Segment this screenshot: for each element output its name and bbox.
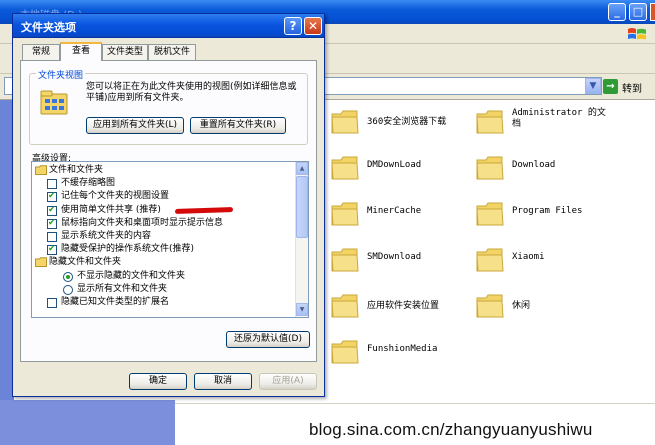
scroll-up-icon[interactable]: ▲ — [296, 162, 308, 175]
tree-item-label: 隐藏受保护的操作系统文件(推荐) — [61, 244, 195, 255]
folder-icon — [476, 110, 504, 134]
tree-item-label: 显示系统文件夹的内容 — [61, 231, 152, 241]
checkbox[interactable] — [47, 204, 57, 217]
folder-name: 360安全浏览器下载 — [367, 117, 447, 127]
checkbox[interactable] — [47, 243, 57, 256]
folder-name: FunshionMedia — [367, 344, 438, 354]
folder-icon — [331, 202, 359, 226]
dialog-title: 文件夹选项 — [21, 21, 76, 34]
folder-icon — [476, 248, 504, 272]
go-button[interactable]: → 转到 — [603, 78, 653, 96]
folder-name: MinerCache — [367, 206, 422, 216]
ok-button[interactable]: 确定 — [129, 373, 187, 390]
explorer-task-pane-bottom — [0, 400, 175, 445]
folder-icon — [331, 294, 359, 318]
folder-icon — [331, 156, 359, 180]
tree-item-label: 不缓存缩略图 — [61, 178, 116, 189]
folder-icon — [476, 202, 504, 226]
folder-views-legend: 文件夹视图 — [36, 68, 86, 81]
view-tab-panel: 文件夹视图 您可以将正在为此文件夹使用的视图(例如详细信息或平铺)应用到所有文件… — [20, 60, 317, 362]
folder-name: Download — [512, 160, 556, 170]
tab-file-types[interactable]: 文件类型 — [102, 44, 148, 60]
folder-name: Administrator 的文档 — [512, 108, 606, 129]
explorer-close-icon[interactable] — [650, 3, 655, 21]
folder-icon — [476, 294, 504, 318]
folder-icon — [476, 156, 504, 180]
folder-views-description: 您可以将正在为此文件夹使用的视图(例如详细信息或平铺)应用到所有文件夹。 — [86, 82, 297, 103]
folder-view-icon — [40, 90, 68, 115]
folder-icon — [331, 110, 359, 134]
checkbox[interactable] — [47, 190, 57, 203]
radio-button[interactable] — [63, 271, 73, 282]
go-label: 转到 — [622, 84, 642, 95]
apply-to-all-folders-button[interactable]: 应用到所有文件夹(L) — [86, 117, 184, 134]
radio-button[interactable] — [63, 284, 73, 295]
reset-all-folders-button[interactable]: 重置所有文件夹(R) — [190, 117, 286, 134]
close-icon[interactable]: ✕ — [304, 17, 322, 35]
folder-name: Xiaomi — [512, 252, 545, 262]
tree-item-label: 隐藏文件和文件夹 — [49, 257, 122, 268]
tab-view[interactable]: 查看 — [60, 42, 102, 61]
folder-views-group: 文件夹视图 您可以将正在为此文件夹使用的视图(例如详细信息或平铺)应用到所有文件… — [29, 68, 308, 145]
address-dropdown-icon[interactable]: ▼ — [585, 78, 601, 94]
folder-icon — [331, 340, 359, 364]
tree-item-label: 显示所有文件和文件夹 — [77, 283, 168, 294]
checkbox[interactable] — [47, 217, 57, 230]
folder-name: 休闲 — [512, 301, 531, 311]
tab-general[interactable]: 常规 — [22, 44, 60, 60]
checkbox[interactable] — [47, 179, 57, 190]
watermark: blog.sina.com.cn/zhangyuanyushiwu — [309, 420, 593, 439]
folder-options-dialog: 文件夹选项 ? ✕ 常规 查看 文件类型 脱机文件 文件夹视图 您可以将正在为此… — [12, 13, 325, 397]
advanced-settings-tree: 文件和文件夹不缓存缩略图记住每个文件夹的视图设置使用简单文件共享 (推荐) 鼠标指… — [31, 161, 309, 318]
windows-logo-icon — [628, 28, 646, 40]
apply-button[interactable]: 应用(A) — [259, 373, 317, 390]
folder-icon — [35, 257, 47, 268]
folder-name: Program Files — [512, 206, 583, 216]
help-icon[interactable]: ? — [284, 17, 302, 35]
tree-item-label: 记住每个文件夹的视图设置 — [61, 191, 170, 202]
folder-icon — [35, 165, 47, 175]
folder-icon — [331, 248, 359, 272]
scroll-down-icon[interactable]: ▼ — [296, 303, 308, 316]
tree-scrollbar[interactable]: ▲ ▼ — [295, 162, 308, 317]
scroll-thumb[interactable] — [296, 176, 308, 238]
tab-offline-files[interactable]: 脱机文件 — [148, 44, 196, 60]
checkbox[interactable] — [47, 232, 57, 242]
maximize-icon[interactable]: □ — [629, 3, 647, 21]
minimize-icon[interactable]: _ — [608, 3, 626, 21]
checkbox[interactable] — [47, 298, 57, 308]
tree-item-label: 隐藏已知文件类型的扩展名 — [61, 297, 170, 307]
folder-name: 应用软件安装位置 — [367, 301, 440, 311]
restore-defaults-button[interactable]: 还原为默认值(D) — [226, 331, 310, 348]
red-highlight-mark — [174, 206, 234, 214]
tree-item-label: 使用简单文件共享 (推荐) — [61, 204, 161, 215]
tree-item-label: 文件和文件夹 — [49, 165, 104, 175]
go-arrow-icon: → — [603, 79, 618, 94]
folder-name: DMDownLoad — [367, 160, 422, 170]
dialog-titlebar: 文件夹选项 ? ✕ — [13, 14, 324, 38]
tree-item-label: 鼠标指向文件夹和桌面项时显示提示信息 — [61, 217, 224, 228]
cancel-button[interactable]: 取消 — [194, 373, 252, 390]
folder-name: SMDownload — [367, 252, 422, 262]
explorer-divider — [175, 403, 655, 404]
tree-item-label: 不显示隐藏的文件和文件夹 — [77, 270, 186, 281]
